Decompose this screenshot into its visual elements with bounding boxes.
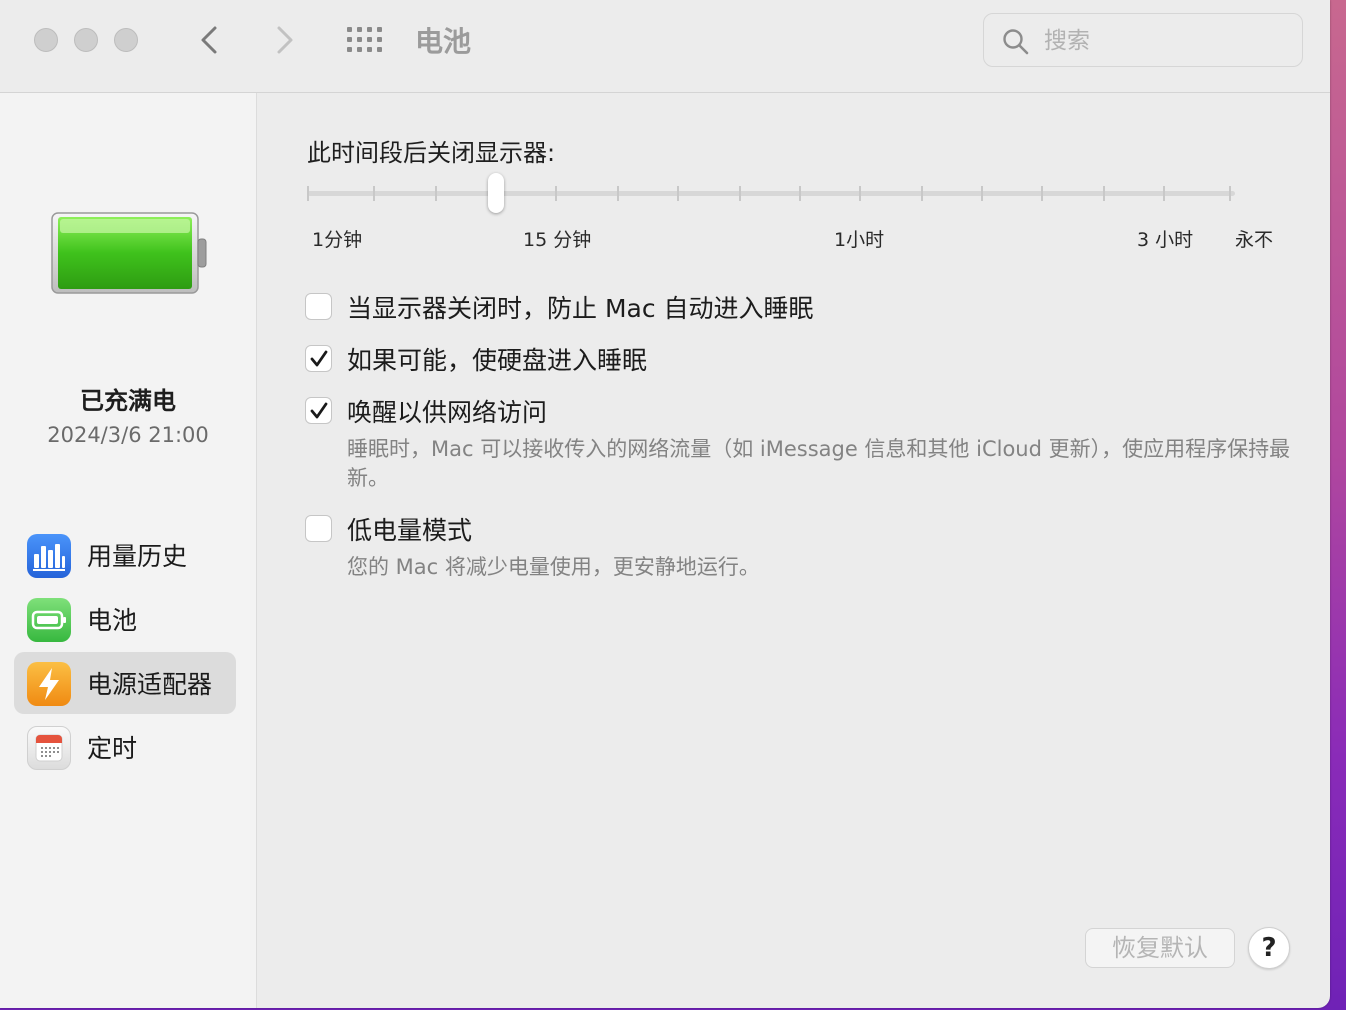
battery-icon [27,598,71,642]
network-wake-label[interactable]: 唤醒以供网络访问 [347,393,547,429]
display-off-heading: 此时间段后关闭显示器: [307,139,556,167]
forward-button[interactable] [264,20,304,60]
search-input[interactable] [1042,24,1286,58]
show-all-button[interactable] [344,24,388,56]
main-panel: 此时间段后关闭显示器: 1分钟 15 分钟 1小时 3 小时 永不 当显示器关闭… [257,93,1330,1008]
search-icon [1003,29,1029,55]
slider-label-never: 永不 [1235,229,1274,251]
schedule-icon [27,726,71,770]
network-wake-checkbox[interactable] [305,397,332,424]
minimize-window-button[interactable] [74,28,98,52]
chevron-right-icon [277,26,293,54]
settings-window: 电池 搜索 已充满电 2024/3/6 21:00 用量历史 电池 电源适配器 … [0,0,1330,1008]
sidebar-item-label: 定时 [87,734,138,763]
battery-timestamp: 2024/3/6 21:00 [47,423,209,447]
power-adapter-icon [27,662,71,706]
low-power-label[interactable]: 低电量模式 [347,511,472,547]
display-off-slider[interactable] [307,173,1235,213]
usage-history-icon [27,534,71,578]
back-button[interactable] [190,20,230,60]
low-power-checkbox[interactable] [305,515,332,542]
titlebar: 电池 [0,0,1330,93]
low-power-description: 您的 Mac 将减少电量使用，更安静地运行。 [347,555,760,579]
slider-track[interactable] [307,191,1235,196]
chevron-left-icon [201,26,217,54]
checkmark-icon [310,402,328,419]
sidebar-item-battery[interactable]: 电池 [14,588,236,650]
disk-sleep-label[interactable]: 如果可能，使硬盘进入睡眠 [347,341,647,377]
help-button[interactable]: ? [1248,927,1290,969]
slider-knob[interactable] [488,173,504,213]
sidebar-item-label: 电池 [87,606,138,635]
window-title: 电池 [415,25,472,58]
sidebar-item-label: 用量历史 [87,542,188,571]
prevent-sleep-checkbox[interactable] [305,293,332,320]
battery-full-icon [51,212,207,294]
zoom-window-button[interactable] [114,28,138,52]
sidebar: 已充满电 2024/3/6 21:00 用量历史 电池 电源适配器 定时 [0,93,257,1008]
checkmark-icon [310,350,328,367]
sidebar-item-schedule[interactable]: 定时 [14,716,236,778]
close-window-button[interactable] [34,28,58,52]
slider-label-3hours: 3 小时 [1137,229,1194,251]
slider-label-15min: 15 分钟 [523,229,592,251]
search-field[interactable] [983,13,1303,67]
disk-sleep-checkbox[interactable] [305,345,332,372]
slider-label-1min: 1分钟 [312,229,363,251]
restore-defaults-button[interactable]: 恢复默认 [1085,928,1235,968]
battery-status: 已充满电 [80,387,176,415]
network-wake-description: 睡眠时，Mac 可以接收传入的网络流量（如 iMessage 信息和其他 iCl… [347,437,1291,490]
sidebar-item-power-adapter[interactable]: 电源适配器 [14,652,236,714]
sidebar-item-label: 电源适配器 [87,670,213,699]
slider-label-1hour: 1小时 [834,229,885,251]
sidebar-item-usage-history[interactable]: 用量历史 [14,524,236,586]
grid-icon [347,27,382,52]
prevent-sleep-label[interactable]: 当显示器关闭时，防止 Mac 自动进入睡眠 [347,289,814,325]
